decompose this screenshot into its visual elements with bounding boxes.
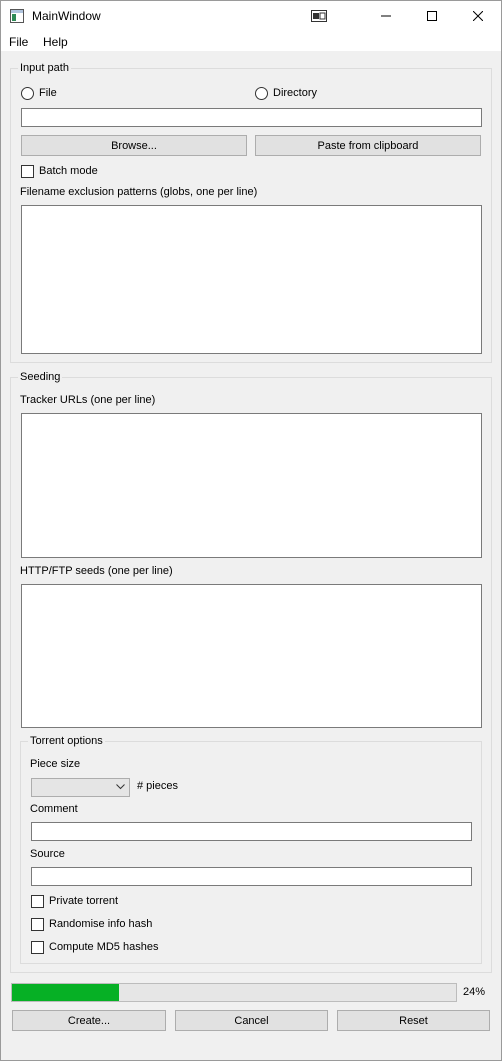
create-button[interactable]: Create... — [12, 1010, 166, 1031]
progress-percent-label: 24% — [463, 986, 486, 998]
batch-mode-checkbox[interactable] — [21, 165, 34, 178]
exclusion-patterns-textarea[interactable] — [21, 205, 482, 354]
maximize-icon — [427, 11, 437, 21]
exclusion-patterns-label: Filename exclusion patterns (globs, one … — [20, 186, 258, 198]
app-icon — [10, 9, 24, 23]
randomise-hash-label[interactable]: Randomise info hash — [49, 918, 152, 930]
menu-file[interactable]: File — [9, 35, 28, 49]
minimize-button[interactable] — [363, 1, 409, 31]
seeding-group-title: Seeding — [18, 371, 63, 383]
cancel-button[interactable]: Cancel — [175, 1010, 328, 1031]
file-radio-label[interactable]: File — [39, 87, 57, 99]
http-ftp-seeds-textarea[interactable] — [21, 584, 482, 728]
close-button[interactable] — [455, 1, 501, 31]
tracker-urls-textarea[interactable] — [21, 413, 482, 558]
progress-bar — [11, 983, 457, 1002]
private-torrent-checkbox[interactable] — [31, 895, 44, 908]
close-icon — [473, 11, 483, 21]
batch-mode-label[interactable]: Batch mode — [39, 165, 98, 177]
comment-input[interactable] — [31, 822, 472, 841]
comment-label: Comment — [30, 803, 78, 815]
window-title: MainWindow — [32, 9, 101, 23]
menu-help[interactable]: Help — [43, 35, 68, 49]
private-torrent-label[interactable]: Private torrent — [49, 895, 118, 907]
title-bar[interactable]: MainWindow — [1, 1, 501, 31]
chevron-down-icon — [116, 784, 125, 790]
main-window: MainWindow File Help Input path File Dir… — [0, 0, 502, 1061]
source-input[interactable] — [31, 867, 472, 886]
progress-bar-fill — [12, 984, 119, 1001]
http-ftp-seeds-label: HTTP/FTP seeds (one per line) — [20, 565, 173, 577]
torrent-options-group — [20, 741, 482, 964]
directory-radio[interactable] — [255, 87, 268, 100]
compute-md5-checkbox[interactable] — [31, 941, 44, 954]
compute-md5-label[interactable]: Compute MD5 hashes — [49, 941, 158, 953]
browse-button[interactable]: Browse... — [21, 135, 247, 156]
window-extra-icon[interactable] — [311, 10, 327, 22]
menu-bar: File Help — [1, 31, 501, 51]
torrent-options-group-title: Torrent options — [28, 735, 105, 747]
input-path-group-title: Input path — [18, 62, 71, 74]
path-input[interactable] — [21, 108, 482, 127]
pieces-count-label: # pieces — [137, 780, 178, 792]
paste-from-clipboard-button[interactable]: Paste from clipboard — [255, 135, 481, 156]
tracker-urls-label: Tracker URLs (one per line) — [20, 394, 156, 406]
maximize-button[interactable] — [409, 1, 455, 31]
randomise-hash-checkbox[interactable] — [31, 918, 44, 931]
reset-button[interactable]: Reset — [337, 1010, 490, 1031]
source-label: Source — [30, 848, 65, 860]
minimize-icon — [381, 15, 391, 17]
directory-radio-label[interactable]: Directory — [273, 87, 317, 99]
file-radio[interactable] — [21, 87, 34, 100]
piece-size-combo[interactable] — [31, 778, 130, 797]
piece-size-label: Piece size — [30, 758, 81, 770]
